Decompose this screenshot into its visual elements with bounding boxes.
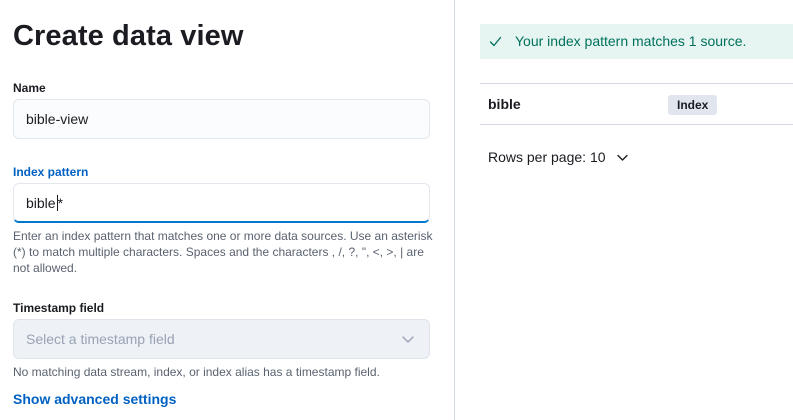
index-pattern-wildcard: *	[57, 195, 64, 211]
create-data-view-form: Create data view Name bible-view Index p…	[0, 0, 454, 420]
index-type-badge: Index	[668, 95, 718, 115]
rows-per-page-button[interactable]: Rows per page: 10	[488, 149, 629, 165]
name-input-value: bible-view	[26, 111, 89, 127]
show-advanced-settings-link[interactable]: Show advanced settings	[13, 391, 176, 407]
rows-per-page-label: Rows per page: 10	[488, 149, 606, 165]
timestamp-field-help: No matching data stream, index, or index…	[13, 365, 380, 379]
index-pattern-value: bible	[26, 195, 56, 211]
name-input[interactable]: bible-view	[13, 99, 430, 139]
page-title: Create data view	[13, 20, 244, 52]
timestamp-field-label: Timestamp field	[13, 301, 105, 315]
index-pattern-label: Index pattern	[13, 165, 89, 179]
chevron-down-icon	[616, 154, 628, 161]
table-cell-name: bible	[488, 96, 521, 112]
check-icon	[489, 36, 502, 47]
preview-panel: Your index pattern matches 1 source. bib…	[455, 0, 793, 420]
index-pattern-help: Enter an index pattern that matches one …	[13, 229, 433, 275]
match-callout-text: Your index pattern matches 1 source.	[515, 33, 747, 49]
timestamp-field-placeholder: Select a timestamp field	[26, 331, 175, 347]
table-top-border	[480, 83, 793, 84]
table-row-border	[480, 124, 793, 125]
name-label: Name	[13, 81, 46, 95]
chevron-down-icon	[402, 336, 414, 343]
match-callout: Your index pattern matches 1 source.	[480, 24, 793, 59]
index-pattern-input[interactable]: bible *	[13, 183, 430, 223]
timestamp-field-select[interactable]: Select a timestamp field	[13, 319, 430, 359]
